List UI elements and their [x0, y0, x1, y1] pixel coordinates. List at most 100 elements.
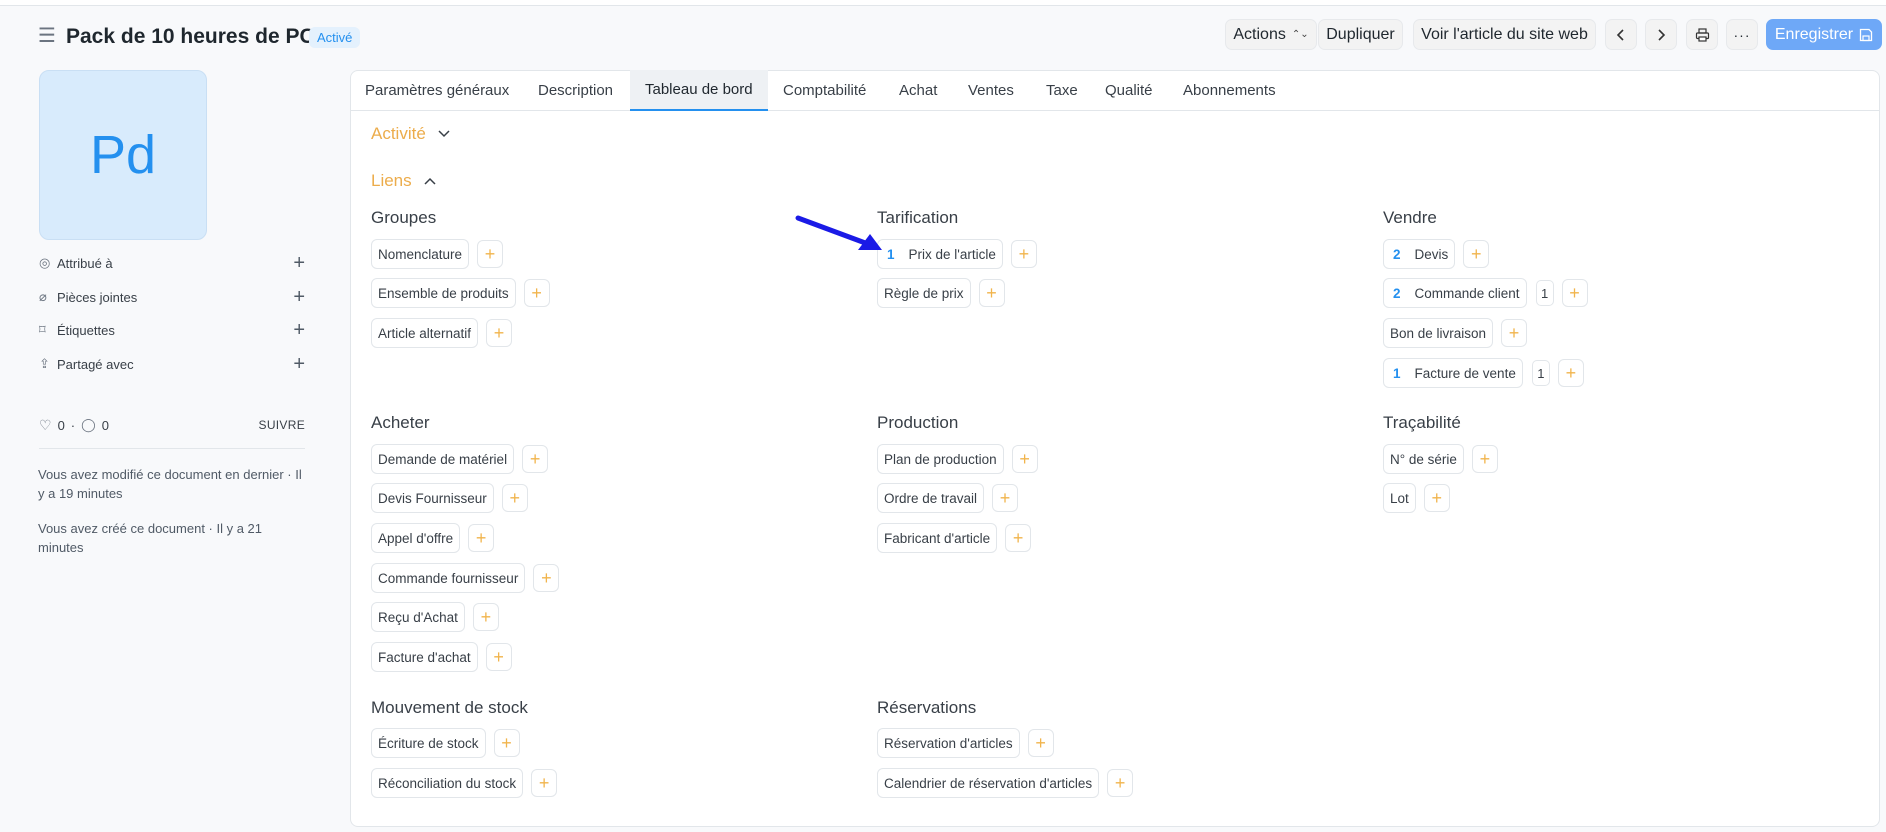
link-row: 1 Prix de l'article +: [877, 239, 1037, 269]
add-bom-button[interactable]: +: [477, 240, 504, 268]
add-material-request-button[interactable]: +: [522, 445, 549, 473]
group-title-stock: Mouvement de stock: [371, 698, 528, 717]
add-delivery-note-button[interactable]: +: [1501, 319, 1528, 347]
add-pricing-rule-button[interactable]: +: [978, 279, 1005, 307]
link-work-order[interactable]: Ordre de travail: [877, 483, 985, 513]
add-stock-entry-button[interactable]: +: [493, 729, 520, 757]
link-production-plan[interactable]: Plan de production: [877, 444, 1004, 474]
add-booking-calendar-button[interactable]: +: [1107, 769, 1134, 797]
add-purchase-invoice-button[interactable]: +: [485, 643, 512, 671]
link-row: Article alternatif +: [371, 318, 513, 348]
add-work-order-button[interactable]: +: [992, 484, 1019, 512]
link-serial-no[interactable]: N° de série: [1383, 444, 1464, 474]
actions-button[interactable]: Actions ⌃⌄: [1225, 19, 1317, 50]
sidebar-item-shared[interactable]: ⇪ Partagé avec +: [39, 354, 305, 374]
save-button[interactable]: Enregistrer: [1766, 19, 1882, 50]
add-assignment-icon[interactable]: +: [293, 253, 305, 273]
add-purchase-receipt-button[interactable]: +: [472, 603, 499, 631]
tab-accounting[interactable]: Comptabilité: [768, 70, 881, 111]
add-sales-invoice-button[interactable]: +: [1557, 359, 1584, 387]
link-supplier-quotation[interactable]: Devis Fournisseur: [371, 483, 494, 513]
add-sales-order-button[interactable]: +: [1561, 279, 1588, 307]
add-item-price-button[interactable]: +: [1010, 240, 1037, 268]
tag-icon: ⌑: [39, 322, 46, 337]
tab-tax[interactable]: Taxe: [1031, 70, 1093, 111]
link-purchase-receipt[interactable]: Reçu d'Achat: [371, 602, 465, 632]
comment-icon[interactable]: ◯: [81, 417, 96, 433]
link-item-booking[interactable]: Réservation d'articles: [877, 728, 1020, 758]
add-item-manufacturer-button[interactable]: +: [1005, 524, 1032, 552]
add-product-bundle-button[interactable]: +: [523, 279, 550, 307]
user-icon: ◎: [39, 255, 51, 270]
group-title-reservations: Réservations: [877, 698, 977, 717]
sidebar-item-attachments[interactable]: ⌀ Pièces jointes +: [39, 287, 305, 307]
link-rfq[interactable]: Appel d'offre: [371, 523, 461, 553]
add-quotation-button[interactable]: +: [1463, 240, 1490, 268]
link-row: N° de série +: [1383, 444, 1498, 474]
link-item-price[interactable]: 1 Prix de l'article: [877, 239, 1003, 269]
link-product-bundle[interactable]: Ensemble de produits: [371, 278, 516, 308]
tab-sales[interactable]: Ventes: [953, 70, 1029, 111]
link-quotation[interactable]: 2 Devis: [1383, 239, 1456, 269]
menu-icon[interactable]: ☰: [38, 26, 56, 46]
activity-section-toggle[interactable]: Activité: [371, 124, 450, 144]
open-count-badge[interactable]: 1: [1535, 280, 1554, 306]
link-row: Nomenclature +: [371, 239, 504, 269]
add-stock-reconciliation-button[interactable]: +: [531, 769, 558, 797]
link-bom[interactable]: Nomenclature: [371, 239, 470, 269]
tab-dashboard[interactable]: Tableau de bord: [630, 70, 768, 111]
annotation-arrow: [795, 215, 882, 250]
links-section-toggle[interactable]: Liens: [371, 171, 436, 191]
add-supplier-quotation-button[interactable]: +: [501, 484, 528, 512]
sidebar-item-assigned[interactable]: ◎ Attribué à +: [39, 253, 305, 273]
add-batch-button[interactable]: +: [1423, 484, 1450, 512]
link-item-manufacturer[interactable]: Fabricant d'article: [877, 523, 998, 553]
link-pricing-rule[interactable]: Règle de prix: [877, 278, 971, 308]
previous-button[interactable]: [1605, 19, 1637, 50]
page-header: ☰ Pack de 10 heures de PC Activé Actions…: [0, 6, 1886, 62]
group-title-production: Production: [877, 413, 959, 432]
add-item-booking-button[interactable]: +: [1027, 729, 1054, 757]
add-attachment-icon[interactable]: +: [293, 287, 305, 307]
link-material-request[interactable]: Demande de matériel: [371, 444, 515, 474]
tab-subscriptions[interactable]: Abonnements: [1168, 70, 1291, 111]
view-site-button[interactable]: Voir l'article du site web: [1413, 19, 1596, 50]
link-stock-reconciliation[interactable]: Réconciliation du stock: [371, 768, 524, 798]
link-row: Lot +: [1383, 483, 1450, 513]
tab-description[interactable]: Description: [523, 70, 628, 111]
add-serial-no-button[interactable]: +: [1471, 445, 1498, 473]
duplicate-button[interactable]: Dupliquer: [1318, 19, 1403, 50]
link-purchase-order[interactable]: Commande fournisseur: [371, 563, 526, 593]
next-button[interactable]: [1645, 19, 1677, 50]
link-count: 1: [1393, 365, 1401, 381]
link-row: Demande de matériel +: [371, 444, 549, 474]
link-sales-invoice[interactable]: 1 Facture de vente: [1383, 358, 1523, 388]
add-rfq-button[interactable]: +: [468, 524, 495, 552]
add-alternative-item-button[interactable]: +: [486, 319, 513, 347]
link-row: Commande fournisseur +: [371, 563, 560, 593]
link-batch[interactable]: Lot: [1383, 483, 1416, 513]
add-production-plan-button[interactable]: +: [1011, 445, 1038, 473]
link-stock-entry[interactable]: Écriture de stock: [371, 728, 486, 758]
open-count-badge[interactable]: 1: [1531, 360, 1550, 386]
heart-icon[interactable]: ♡: [39, 417, 52, 434]
tab-quality[interactable]: Qualité: [1090, 70, 1168, 111]
separator-dot: ·: [70, 417, 76, 433]
link-purchase-invoice[interactable]: Facture d'achat: [371, 642, 478, 672]
follow-button[interactable]: SUIVRE: [259, 418, 305, 432]
link-delivery-note[interactable]: Bon de livraison: [1383, 318, 1494, 348]
printer-icon: [1695, 27, 1709, 42]
link-row: Règle de prix +: [877, 278, 1005, 308]
more-button[interactable]: ···: [1726, 19, 1758, 50]
tab-purchase[interactable]: Achat: [884, 70, 952, 111]
add-purchase-order-button[interactable]: +: [533, 564, 560, 592]
avatar[interactable]: Pd: [39, 70, 207, 240]
add-share-icon[interactable]: +: [293, 354, 305, 374]
tab-general-settings[interactable]: Paramètres généraux: [350, 70, 524, 111]
add-tag-icon[interactable]: +: [293, 320, 305, 340]
link-alternative-item[interactable]: Article alternatif: [371, 318, 479, 348]
sidebar-item-tags[interactable]: ⌑ Étiquettes +: [39, 320, 305, 340]
print-button[interactable]: [1686, 19, 1718, 50]
link-sales-order[interactable]: 2 Commande client: [1383, 278, 1527, 308]
link-booking-calendar[interactable]: Calendrier de réservation d'articles: [877, 768, 1100, 798]
